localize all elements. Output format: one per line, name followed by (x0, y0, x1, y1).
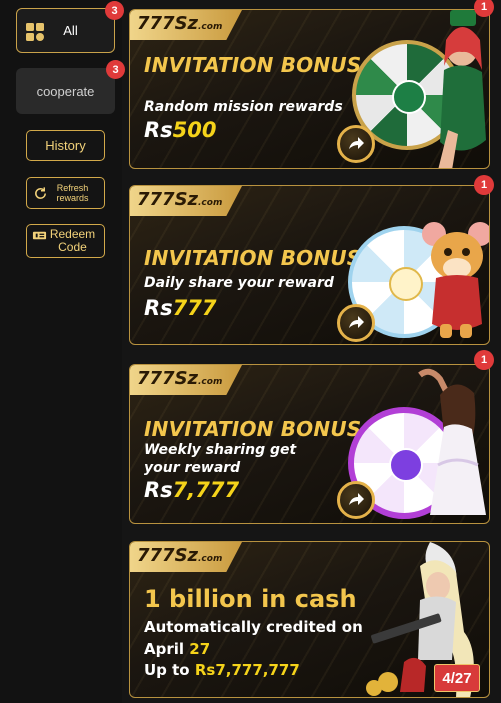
bonus-title-text: INVITATION BONUS (144, 53, 362, 77)
brand-logo-text: 777Sz (137, 368, 199, 389)
credit-month: April (144, 640, 185, 658)
invitation-bonus-card-6[interactable]: 777Sz.com INVITATION BONUS6 Random missi… (129, 9, 490, 169)
tab-all[interactable]: All 3 (16, 1, 124, 53)
brand-logo: 777Sz.com (130, 365, 242, 395)
bonus-title-text: INVITATION BONUS (144, 417, 362, 441)
arrow-right-icon (349, 493, 364, 505)
sidebar: All 3 cooperate 3 History Refresh reward… (0, 0, 125, 703)
history-label: History (45, 138, 86, 153)
currency-label: Rs (144, 478, 173, 502)
tab-cooperate[interactable]: cooperate 3 (16, 60, 125, 114)
brand-logo: 777Sz.com (130, 186, 242, 216)
invitation-bonus-card-7[interactable]: 777Sz.com INVITATION BONUS7 Daily share … (129, 185, 490, 345)
brand-logo-text: 777Sz (137, 545, 199, 566)
go-arrow-button[interactable] (337, 125, 375, 163)
bonus-subtitle: Random mission rewards (144, 99, 343, 115)
arrow-right-icon (349, 316, 364, 328)
tab-cooperate-label: cooperate (36, 83, 95, 99)
notification-badge: 1 (474, 350, 494, 370)
bonus-amount: Rs777 (144, 296, 217, 320)
ticket-icon (32, 231, 47, 240)
bonus-subtitle: Weekly sharing get your reward (144, 441, 296, 477)
notification-badge: 1 (474, 175, 494, 195)
bonus-subtitle: Daily share your reward (144, 275, 334, 291)
history-button[interactable]: History (26, 130, 105, 161)
notification-badge: 1 (474, 0, 494, 17)
currency-label: Rs (144, 296, 173, 320)
redeem-label-line1: Redeem (49, 227, 96, 241)
amount-value: 777 (172, 296, 217, 320)
mouse-mascot-illustration (422, 222, 489, 338)
redeem-label: Redeem Code (50, 228, 95, 254)
bonus-title-text: INVITATION BONUS (144, 246, 362, 270)
credit-date-line: April 27 (144, 640, 210, 658)
brand-logo-suffix: .com (198, 377, 223, 387)
refresh-icon (35, 187, 46, 199)
amount-value: 7,777 (172, 478, 240, 502)
brand-logo-suffix: .com (198, 554, 223, 564)
refresh-label: Refresh rewards (56, 183, 88, 203)
refresh-rewards-button[interactable]: Refresh rewards (26, 177, 105, 209)
refresh-label-line1: Refresh (56, 183, 89, 193)
bonus-amount: Rs500 (144, 118, 217, 142)
bonus-subtitle-line2: your reward (144, 460, 241, 476)
redeem-code-button[interactable]: Redeem Code (26, 224, 105, 258)
dancer-character-illustration (418, 368, 486, 515)
go-arrow-button[interactable] (337, 481, 375, 519)
brand-logo-text: 777Sz (137, 13, 199, 34)
max-amount-prefix: Up to (144, 661, 190, 679)
amount-value: 500 (172, 118, 217, 142)
bonus-title: INVITATION BONUS6 (144, 53, 385, 77)
tab-cooperate-badge: 3 (106, 60, 125, 79)
brand-logo: 777Sz.com (130, 10, 242, 40)
bonus-subtitle-line1: Weekly sharing get (144, 442, 297, 458)
invitation-bonus-card-8[interactable]: 777Sz.com INVITATION BONUS8 Weekly shari… (129, 364, 490, 524)
billion-title: 1 billion in cash (144, 585, 357, 613)
max-amount-value: Rs7,777,777 (194, 661, 300, 679)
currency-label: Rs (144, 118, 173, 142)
redeem-label-line2: Code (58, 240, 87, 254)
max-amount-line: Up to Rs7,777,777 (144, 661, 300, 679)
brand-logo-suffix: .com (198, 198, 223, 208)
date-tag: 4/27 (434, 664, 480, 692)
bonus-title: INVITATION BONUS7 (144, 246, 385, 270)
brand-logo-text: 777Sz (137, 189, 199, 210)
brand-logo: 777Sz.com (130, 542, 242, 572)
refresh-label-line2: rewards (56, 193, 89, 203)
character-illustration (438, 10, 486, 168)
go-arrow-button[interactable] (337, 304, 375, 342)
credit-line: Automatically credited on (144, 618, 363, 636)
bonus-title: INVITATION BONUS8 (144, 417, 385, 441)
bonus-amount: Rs7,777 (144, 478, 239, 502)
grid-icon (26, 23, 44, 41)
tab-all-label: All (63, 23, 78, 38)
brand-logo-suffix: .com (198, 22, 223, 32)
arrow-right-icon (349, 137, 364, 149)
billion-cash-card[interactable]: 777Sz.com 1 billion in cash Automaticall… (129, 541, 490, 698)
credit-day: 27 (189, 640, 211, 658)
tab-all-badge: 3 (105, 1, 124, 20)
